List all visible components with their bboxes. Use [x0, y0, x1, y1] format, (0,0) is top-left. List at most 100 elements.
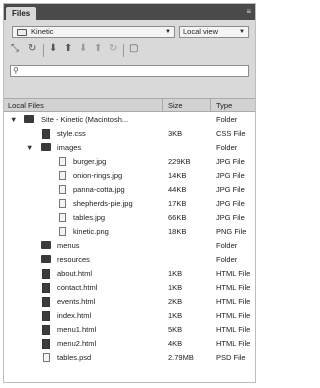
file-name: kinetic.png — [73, 227, 109, 236]
css-file-icon — [42, 129, 50, 139]
psd-file-icon — [43, 353, 50, 362]
file-type: HTML File — [216, 311, 251, 320]
file-type: HTML File — [216, 269, 251, 278]
expand-icon[interactable]: ▢ — [129, 43, 138, 55]
image-file-icon — [59, 213, 66, 222]
site-select[interactable]: Kinetic ▼ — [12, 26, 175, 38]
column-header-row: Local Files Size Type — [4, 98, 255, 112]
file-size: 4KB — [168, 339, 183, 348]
list-item[interactable]: ▼ images Folder — [4, 140, 255, 155]
file-name: tables.jpg — [73, 213, 106, 222]
image-file-icon — [59, 185, 66, 194]
site-select-value: Kinetic — [31, 27, 54, 36]
chevron-down-icon: ▼ — [239, 29, 245, 35]
folder-icon — [41, 143, 51, 151]
file-size: 2.79MB — [168, 353, 194, 362]
list-item[interactable]: menu1.html 5KB HTML File — [4, 322, 255, 337]
file-type: Folder — [216, 255, 238, 264]
file-size: 3KB — [168, 129, 183, 138]
file-size: 44KB — [168, 185, 187, 194]
list-item[interactable]: index.html 1KB HTML File — [4, 308, 255, 323]
files-panel: Files ≡ Kinetic ▼ Local view ▼ ⤡ ↻ ⬇ ⬆ ⬇… — [3, 3, 262, 383]
html-file-icon — [42, 283, 50, 293]
column-header-size[interactable]: Size — [168, 101, 183, 110]
file-name: tables.psd — [57, 353, 92, 362]
sync-icon[interactable]: ↻ — [109, 43, 117, 55]
list-item[interactable]: tables.psd 2.79MB PSD File — [4, 350, 255, 365]
file-type: Folder — [216, 143, 238, 152]
html-file-icon — [42, 325, 50, 335]
file-name: about.html — [57, 269, 93, 278]
list-item[interactable]: about.html 1KB HTML File — [4, 266, 255, 281]
search-icon: ⚲ — [13, 66, 19, 75]
search-input[interactable]: ⚲ — [10, 65, 262, 78]
list-item[interactable]: kinetic.png 18KB PNG File — [4, 224, 255, 239]
tab-files[interactable]: Files — [6, 7, 37, 20]
column-header-name[interactable]: Local Files — [8, 101, 44, 110]
expand-triangle-icon[interactable]: ▼ — [26, 143, 33, 152]
check-out-icon[interactable]: ⬇ — [79, 43, 87, 55]
html-file-icon — [42, 297, 50, 307]
file-name: index.html — [57, 311, 92, 320]
file-type: JPG File — [216, 199, 245, 208]
file-size: 1KB — [168, 269, 183, 278]
list-item[interactable]: contact.html 1KB HTML File — [4, 280, 255, 295]
list-item[interactable]: menu2.html 4KB HTML File — [4, 336, 255, 351]
list-item[interactable]: shepherds-pie.jpg 17KB JPG File — [4, 196, 255, 211]
list-item[interactable]: tables.jpg 66KB JPG File — [4, 210, 255, 225]
view-select[interactable]: Local view ▼ — [179, 26, 249, 38]
file-size: 14KB — [168, 171, 187, 180]
file-type: HTML File — [216, 297, 251, 306]
list-item[interactable]: events.html 2KB HTML File — [4, 294, 255, 309]
file-type: JPG File — [216, 185, 245, 194]
folder-icon — [41, 241, 51, 249]
file-type: PSD File — [216, 353, 246, 362]
file-size: 1KB — [168, 311, 183, 320]
check-in-icon[interactable]: ⬆ — [94, 43, 102, 55]
file-type: PNG File — [216, 227, 247, 236]
column-divider[interactable] — [162, 98, 163, 112]
panel-menu-icon[interactable]: ≡ — [246, 8, 251, 16]
file-type: HTML File — [216, 283, 251, 292]
file-type: JPG File — [216, 157, 245, 166]
html-file-icon — [42, 339, 50, 349]
list-item[interactable]: ▼ Site - Kinetic (Macintosh... Folder — [4, 112, 255, 127]
connect-icon[interactable]: ⤡ — [11, 43, 19, 55]
file-size: 1KB — [168, 283, 183, 292]
file-size: 229KB — [168, 157, 191, 166]
column-header-type[interactable]: Type — [216, 101, 232, 110]
list-item[interactable]: burger.jpg 229KB JPG File — [4, 154, 255, 169]
list-item[interactable]: onion-rings.jpg 14KB JPG File — [4, 168, 255, 183]
file-type: HTML File — [216, 339, 251, 348]
image-file-icon — [59, 227, 66, 236]
html-file-icon — [42, 269, 50, 279]
file-type: JPG File — [216, 171, 245, 180]
expand-triangle-icon[interactable]: ▼ — [10, 115, 17, 124]
file-type: Folder — [216, 115, 238, 124]
get-icon[interactable]: ⬇ — [49, 43, 57, 55]
file-name: style.css — [57, 129, 86, 138]
site-folder-icon — [24, 115, 34, 123]
column-divider[interactable] — [210, 98, 211, 112]
file-name: panna-cotta.jpg — [73, 185, 125, 194]
put-icon[interactable]: ⬆ — [64, 43, 72, 55]
toolbar-divider — [43, 44, 44, 57]
list-item[interactable]: style.css 3KB CSS File — [4, 126, 255, 141]
file-name: resources — [57, 255, 90, 264]
file-name: images — [57, 143, 82, 152]
list-item[interactable]: resources Folder — [4, 252, 255, 267]
file-name: Site - Kinetic (Macintosh... — [41, 115, 129, 124]
file-type: JPG File — [216, 213, 245, 222]
file-type: Folder — [216, 241, 238, 250]
file-name: contact.html — [57, 283, 98, 292]
folder-icon — [41, 255, 51, 263]
list-item[interactable]: menus Folder — [4, 238, 255, 253]
file-name: menu1.html — [57, 325, 97, 334]
file-name: menu2.html — [57, 339, 97, 348]
search-field[interactable] — [11, 66, 262, 78]
file-size: 18KB — [168, 227, 187, 236]
file-name: onion-rings.jpg — [73, 171, 123, 180]
list-item[interactable]: panna-cotta.jpg 44KB JPG File — [4, 182, 255, 197]
refresh-icon[interactable]: ↻ — [28, 43, 36, 55]
site-folder-icon — [17, 29, 27, 36]
